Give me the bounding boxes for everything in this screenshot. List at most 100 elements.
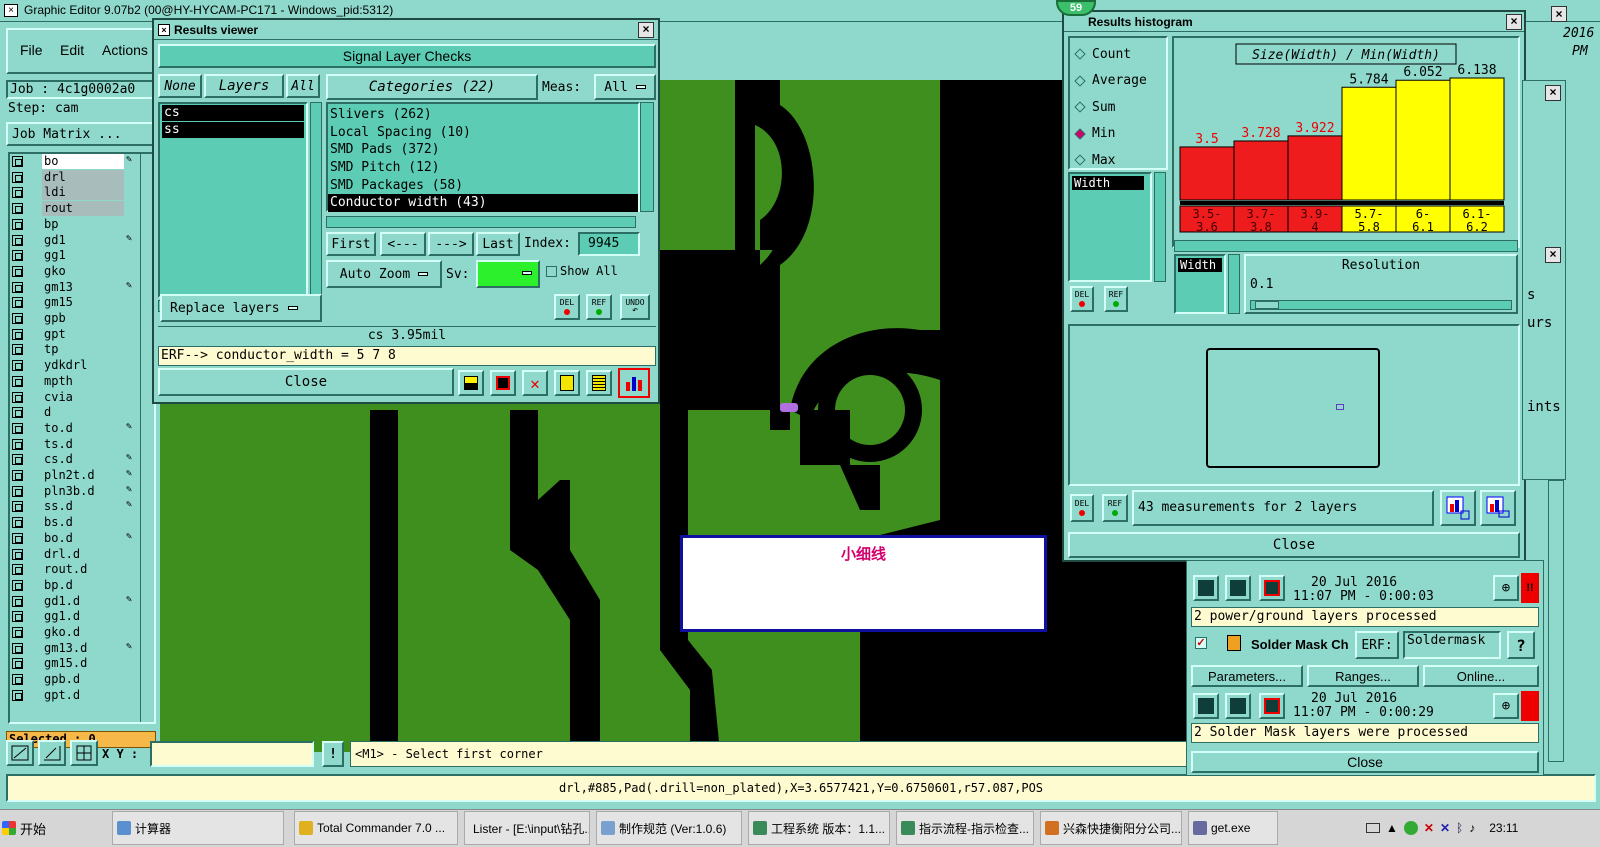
- hist-del-button-2[interactable]: DEL: [1070, 494, 1094, 522]
- taskbar-item[interactable]: 工程系统 版本：1.1...: [748, 811, 890, 845]
- auto-zoom-dropdown[interactable]: Auto Zoom: [326, 260, 442, 288]
- layer-row[interactable]: drl: [10, 169, 144, 185]
- xy-input[interactable]: [150, 741, 314, 767]
- parameters-button[interactable]: Parameters...: [1191, 665, 1303, 687]
- edge-close-icon[interactable]: ×: [1545, 85, 1561, 101]
- tool-pick-button[interactable]: [458, 370, 484, 396]
- prev-button[interactable]: <---: [380, 232, 426, 256]
- category-item[interactable]: SMD Pads (372): [328, 141, 638, 159]
- layer-row[interactable]: gko: [10, 264, 144, 279]
- layer-row[interactable]: gg1: [10, 248, 144, 263]
- tool-delete-button[interactable]: ✕: [522, 370, 548, 396]
- layer-row[interactable]: bs.d: [10, 515, 144, 530]
- histogram-bar[interactable]: [1233, 140, 1289, 201]
- stat-option[interactable]: Max: [1074, 150, 1115, 170]
- layer-checkbox[interactable]: [12, 674, 23, 686]
- taskbar-item[interactable]: Lister - [E:\input\钻孔....: [464, 811, 590, 845]
- layer-checkbox[interactable]: [12, 517, 23, 529]
- layer-checkbox[interactable]: [12, 658, 23, 670]
- taskbar-item[interactable]: 制作规范 (Ver:1.0.6): [596, 811, 742, 845]
- layer-checkbox[interactable]: [12, 171, 23, 183]
- layer-checkbox[interactable]: [12, 344, 23, 356]
- taskbar-item[interactable]: get.exe: [1188, 811, 1278, 845]
- grid-tool-button[interactable]: [70, 740, 98, 766]
- layer-checkbox[interactable]: [12, 265, 23, 277]
- cl-row2-tool-1[interactable]: [1193, 693, 1219, 719]
- menu-file[interactable]: File: [20, 42, 43, 58]
- tray-expand-icon[interactable]: ▲: [1386, 821, 1398, 835]
- first-button[interactable]: First: [326, 232, 376, 256]
- tray-keyboard-icon[interactable]: [1366, 823, 1380, 833]
- last-button[interactable]: Last: [476, 232, 520, 256]
- resolution-slider-thumb[interactable]: [1255, 301, 1279, 309]
- layer-checkbox[interactable]: [12, 328, 23, 340]
- next-button[interactable]: --->: [428, 232, 474, 256]
- tool-report-button[interactable]: [586, 370, 612, 396]
- tray-clock[interactable]: 23:11: [1489, 821, 1518, 835]
- layer-row[interactable]: cvia: [10, 390, 144, 405]
- layer-checkbox[interactable]: [12, 360, 23, 372]
- layer-row[interactable]: gpt: [10, 327, 144, 342]
- layer-checkbox[interactable]: [12, 438, 23, 450]
- layer-row[interactable]: gm13.d ✎: [10, 641, 144, 656]
- start-button[interactable]: 开始: [0, 811, 48, 845]
- layer-checkbox[interactable]: [12, 407, 23, 419]
- layer-row[interactable]: bp: [10, 217, 144, 232]
- layer-checkbox[interactable]: [12, 454, 23, 466]
- ref-button[interactable]: REF: [586, 294, 612, 320]
- layer-row[interactable]: ts.d: [10, 437, 144, 452]
- layer-row[interactable]: bo ✎: [10, 154, 144, 169]
- histogram-bar[interactable]: [1287, 135, 1343, 201]
- replace-layers-dropdown[interactable]: Replace layers: [160, 294, 322, 322]
- layer-row[interactable]: gko.d: [10, 625, 144, 640]
- layer-row[interactable]: d: [10, 405, 144, 420]
- layer-checkbox[interactable]: [12, 564, 23, 576]
- tray-green-icon[interactable]: [1403, 821, 1418, 835]
- del-button[interactable]: DEL: [554, 294, 580, 320]
- histogram-bar[interactable]: [1449, 77, 1505, 201]
- stat-option[interactable]: Average: [1074, 71, 1147, 91]
- taskbar-item[interactable]: Total Commander 7.0 ...: [294, 811, 458, 845]
- layer-row[interactable]: gm13 ✎: [10, 280, 144, 295]
- tray-network-icon[interactable]: ✕: [1440, 821, 1450, 835]
- stat-option[interactable]: Count: [1074, 44, 1131, 64]
- category-listbox-vscroll[interactable]: [640, 102, 654, 212]
- results-viewer-close-icon[interactable]: ×: [638, 22, 654, 38]
- tray-red-x-icon[interactable]: ✕: [1424, 821, 1434, 835]
- layer-row[interactable]: ss.d ✎: [10, 499, 144, 514]
- histogram-bar[interactable]: [1179, 146, 1235, 201]
- layer-checkbox[interactable]: [12, 548, 23, 560]
- layer-checkbox[interactable]: [12, 250, 23, 262]
- histogram-close-button[interactable]: Close: [1068, 532, 1520, 558]
- layer-checkbox[interactable]: [12, 391, 23, 403]
- menu-actions[interactable]: Actions: [102, 42, 148, 58]
- layer-row[interactable]: gm15: [10, 295, 144, 310]
- sm-help-button[interactable]: ?: [1507, 631, 1535, 659]
- taskbar-item[interactable]: 计算器: [112, 811, 284, 845]
- resolution-slider[interactable]: [1250, 300, 1512, 310]
- zoom-tool-button[interactable]: [6, 740, 34, 766]
- layer-checkbox[interactable]: [12, 689, 23, 701]
- tool-check-button[interactable]: [554, 370, 580, 396]
- tray-bluetooth-icon[interactable]: ᛒ: [1456, 821, 1463, 835]
- layer-row[interactable]: gpb.d: [10, 672, 144, 687]
- layer-checkbox[interactable]: [12, 313, 23, 324]
- category-listbox-hscroll[interactable]: [326, 216, 636, 228]
- solder-mask-checkbox[interactable]: ✓: [1195, 637, 1207, 649]
- tool-zoom-button[interactable]: [490, 370, 516, 396]
- layers-none-button[interactable]: None: [158, 74, 202, 98]
- layer-checkbox[interactable]: [12, 532, 23, 544]
- category-item[interactable]: Local Spacing (10): [328, 124, 638, 142]
- layers-all-button[interactable]: All: [286, 74, 320, 98]
- histogram-bar[interactable]: [1395, 79, 1451, 201]
- rv-layer-item[interactable]: ss: [162, 122, 304, 138]
- layer-row[interactable]: pln3b.d ✎: [10, 484, 144, 499]
- online-button[interactable]: Online...: [1423, 665, 1539, 687]
- layer-row[interactable]: cs.d ✎: [10, 452, 144, 467]
- layer-row[interactable]: gpb: [10, 311, 144, 326]
- cl-row1-tool-2[interactable]: [1225, 575, 1251, 601]
- layer-checkbox[interactable]: [12, 485, 23, 497]
- histogram-bar[interactable]: [1341, 86, 1397, 201]
- layer-row[interactable]: ydkdrl: [10, 358, 144, 373]
- layer-checkbox[interactable]: [12, 218, 23, 230]
